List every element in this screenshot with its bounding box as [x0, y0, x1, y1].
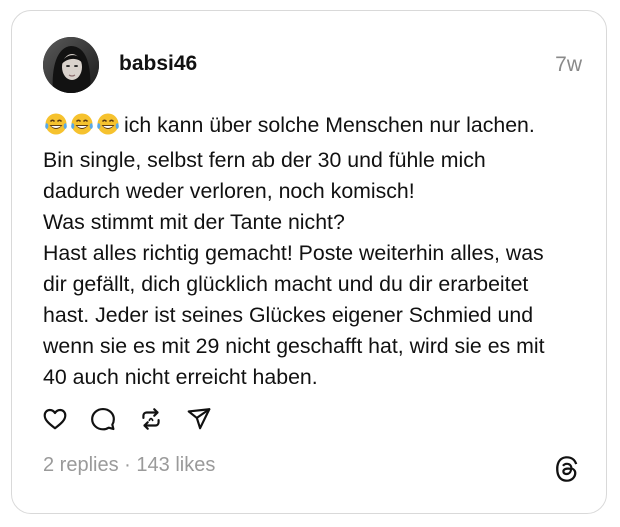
post-text-line-7: hast. Jeder ist seines Glückes eigener S…	[43, 303, 534, 327]
avatar-image	[43, 37, 99, 93]
heart-icon	[43, 408, 67, 430]
post-text-line-5: Hast alles richtig gemacht! Poste weiter…	[43, 241, 544, 265]
username[interactable]: babsi46	[119, 51, 197, 77]
reply-button[interactable]	[90, 406, 116, 432]
share-icon	[187, 408, 211, 430]
post-text-line-4: Was stimmt mit der Tante nicht?	[43, 210, 345, 234]
post-timestamp[interactable]: 7w	[555, 52, 582, 78]
stats-separator: ·	[118, 454, 137, 476]
share-button[interactable]	[186, 406, 212, 432]
threads-post-card: babsi46 7w ich kann über solche Menschen…	[11, 10, 607, 514]
repost-icon	[142, 408, 160, 430]
tears-of-joy-emoji-icon	[45, 113, 119, 135]
emoji-group	[43, 112, 123, 145]
post-stats: 2 replies · 143 likes	[43, 452, 215, 478]
likes-link[interactable]: 143 likes	[136, 454, 215, 476]
like-button[interactable]	[42, 406, 68, 432]
post-text-line-8: wenn sie es mit 29 nicht geschafft hat, …	[43, 334, 545, 358]
post-text-line-3: dadurch weder verloren, noch komisch!	[43, 179, 415, 203]
avatar[interactable]	[43, 37, 99, 93]
post-text-line-6: dir gefällt, dich glücklich macht und du…	[43, 272, 529, 296]
comment-icon	[91, 407, 115, 431]
threads-logo-icon[interactable]	[553, 455, 581, 483]
repost-button[interactable]	[138, 406, 164, 432]
post-text-line-1: ich kann über solche Menschen nur lachen…	[43, 110, 599, 145]
post-text: ich kann über solche Menschen nur lachen…	[43, 110, 599, 393]
post-text-line-2: Bin single, selbst fern ab der 30 und fü…	[43, 148, 486, 172]
post-text-line-9: 40 auch nicht erreicht haben.	[43, 365, 318, 389]
post-actions	[42, 404, 234, 434]
replies-link[interactable]: 2 replies	[43, 454, 119, 476]
